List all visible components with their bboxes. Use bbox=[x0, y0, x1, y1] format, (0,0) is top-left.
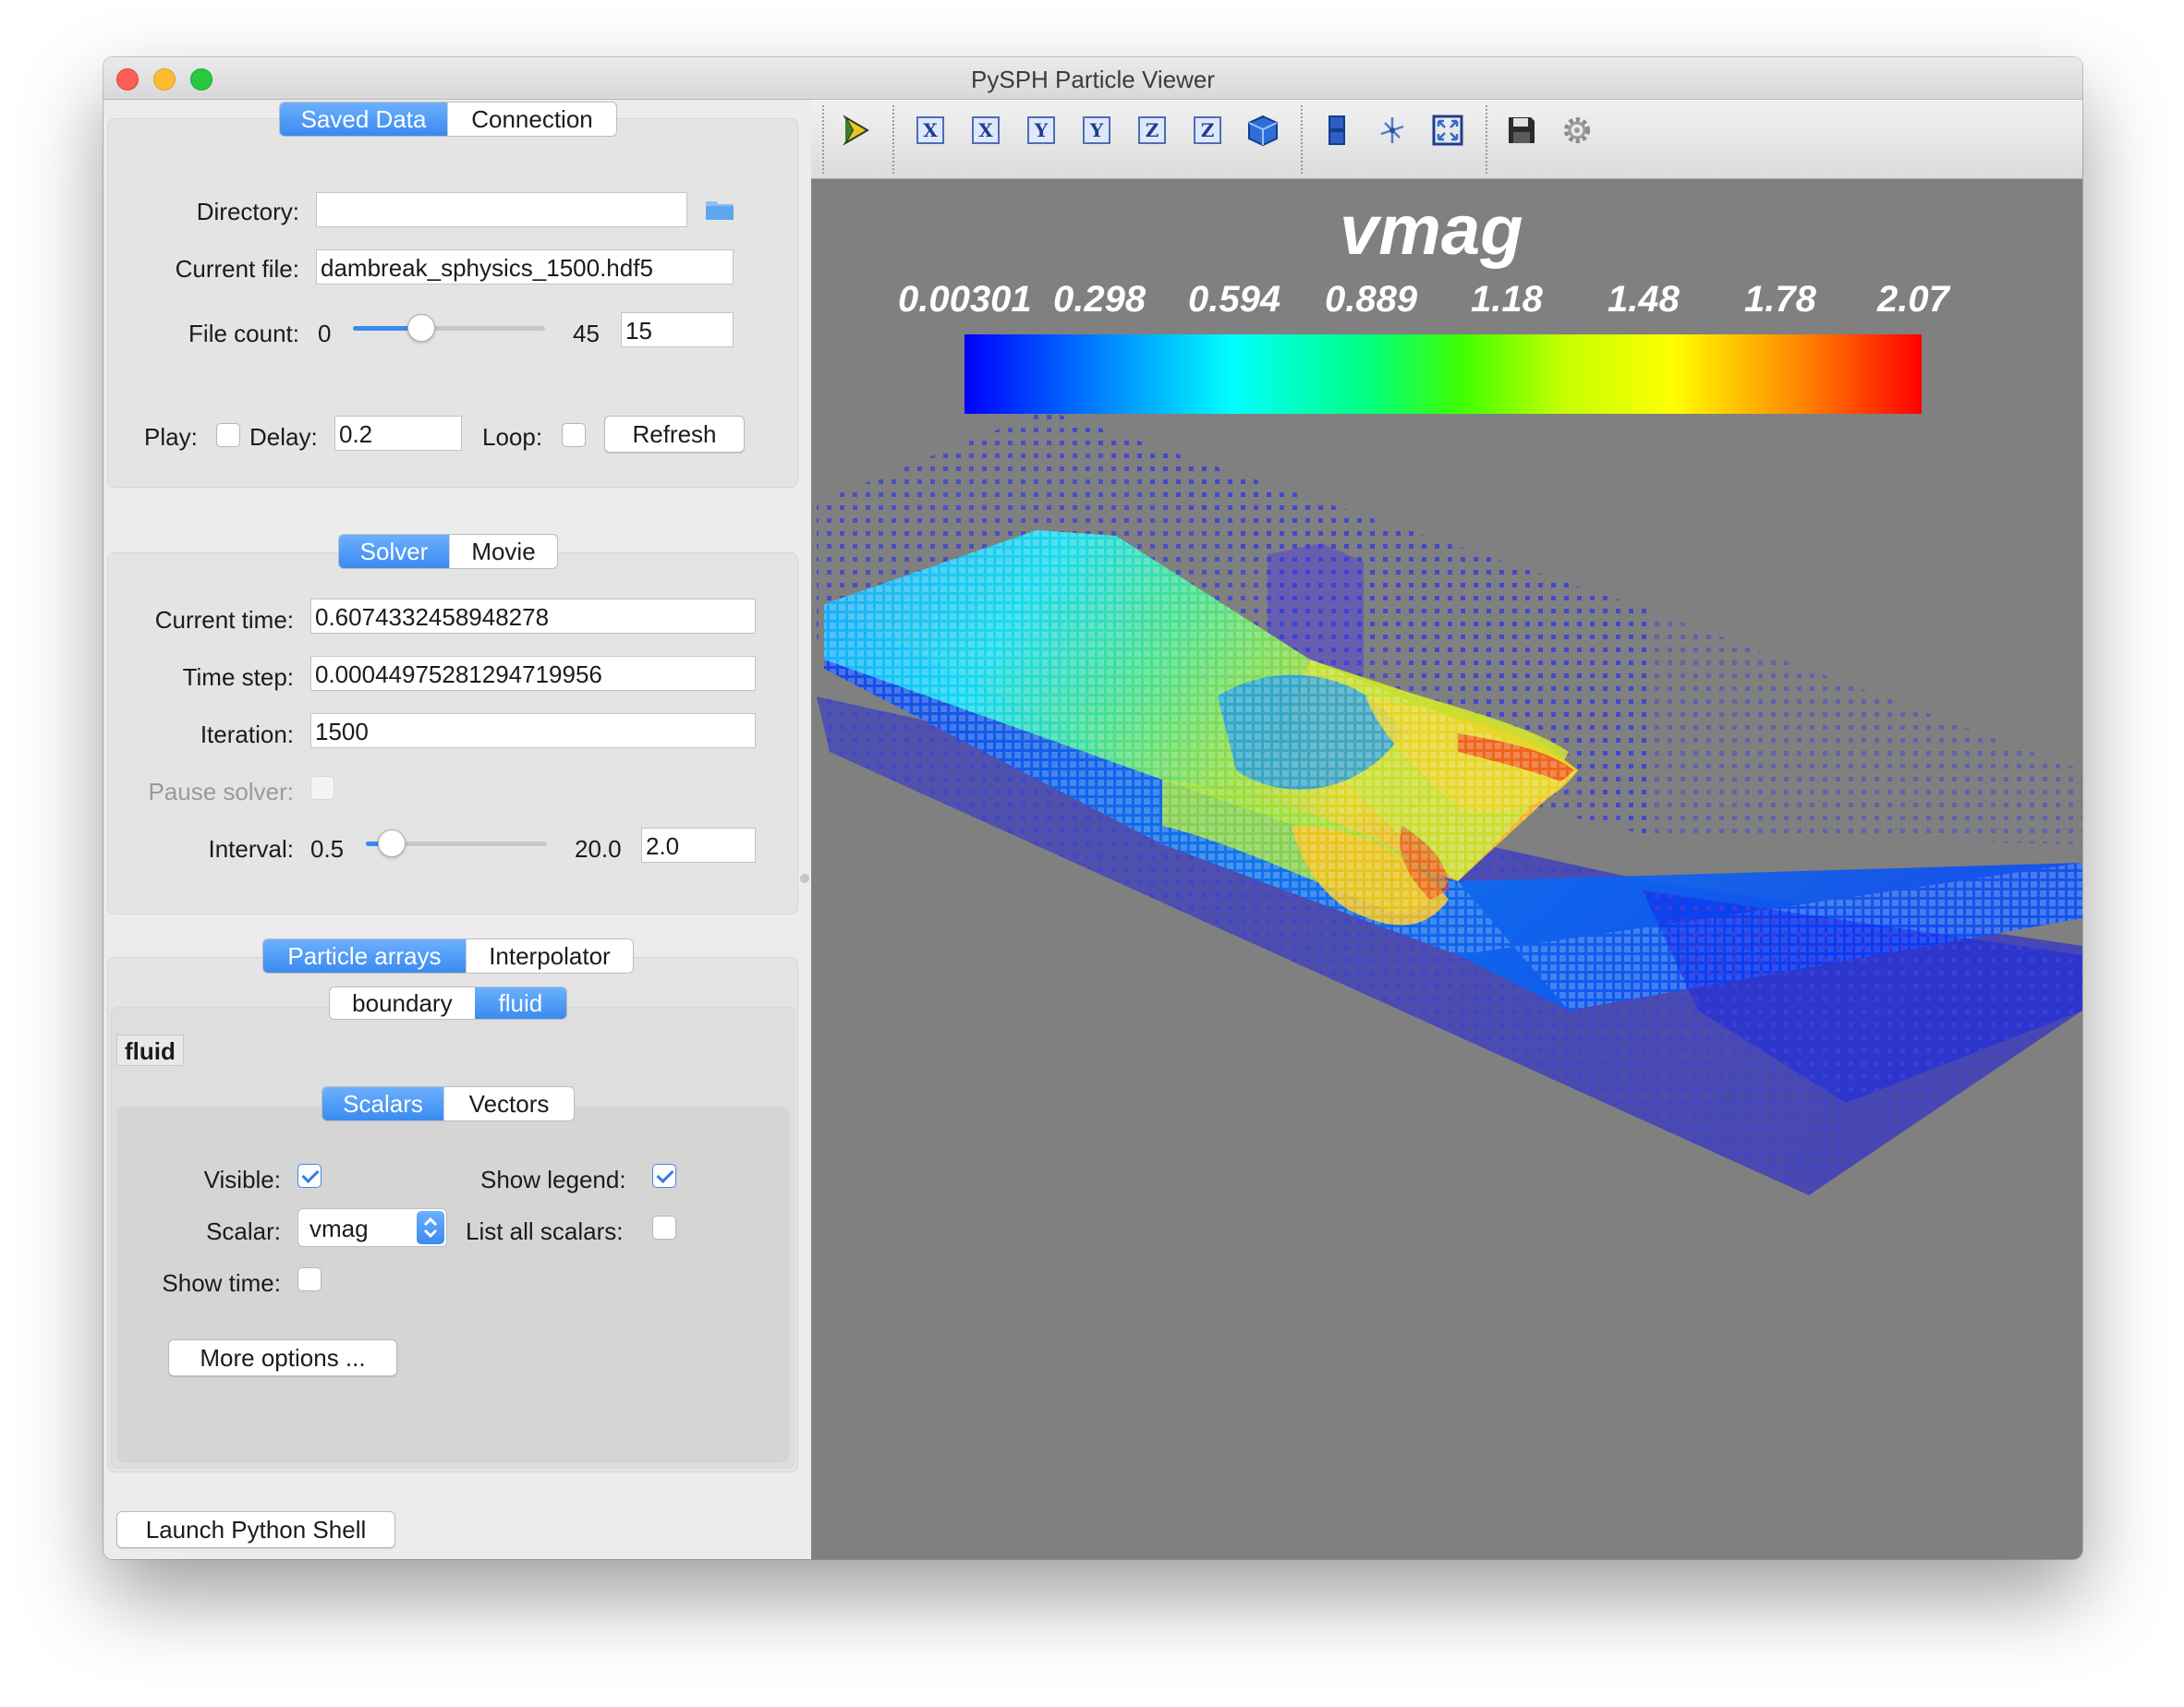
toolbar-separator bbox=[1301, 105, 1303, 174]
pause-solver-checkbox[interactable] bbox=[310, 776, 334, 800]
time-step-input[interactable]: 0.00044975281294719956 bbox=[310, 656, 756, 691]
control-panel: Saved Data Connection Directory: Current… bbox=[103, 100, 811, 1559]
list-all-scalars-label: List all scalars: bbox=[466, 1217, 624, 1245]
interval-min: 0.5 bbox=[310, 835, 345, 863]
tab-boundary[interactable]: boundary bbox=[330, 987, 475, 1019]
directory-label: Directory: bbox=[196, 198, 299, 225]
delay-label: Delay: bbox=[249, 423, 318, 451]
file-count-max: 45 bbox=[573, 320, 600, 347]
select-icon[interactable] bbox=[839, 113, 874, 148]
view-minus-x-icon[interactable]: X bbox=[972, 116, 1000, 144]
tab-solver[interactable]: Solver bbox=[339, 535, 449, 568]
view-plus-y-icon[interactable]: Y bbox=[1027, 116, 1055, 144]
parallel-projection-icon[interactable] bbox=[1319, 113, 1354, 148]
render-scene[interactable]: vmag 0.00301 0.298 0.594 0.889 1.18 1.48… bbox=[811, 179, 2082, 1559]
solver-tabs: Solver Movie bbox=[338, 534, 558, 569]
visible-label: Visible: bbox=[203, 1166, 281, 1193]
interval-slider[interactable] bbox=[366, 829, 547, 857]
pause-solver-label: Pause solver: bbox=[148, 778, 294, 805]
interval-slider-handle[interactable] bbox=[378, 829, 406, 857]
loop-checkbox[interactable] bbox=[562, 423, 586, 447]
title-bar: PySPH Particle Viewer bbox=[103, 57, 2082, 100]
settings-icon[interactable] bbox=[1559, 113, 1595, 148]
tab-scalars[interactable]: Scalars bbox=[322, 1087, 444, 1120]
file-count-label: File count: bbox=[188, 320, 299, 347]
show-time-checkbox[interactable] bbox=[297, 1267, 322, 1291]
splitter-handle[interactable] bbox=[800, 874, 809, 883]
view-minus-z-icon[interactable]: Z bbox=[1194, 116, 1221, 144]
file-count-slider-handle[interactable] bbox=[407, 314, 435, 342]
show-legend-label: Show legend: bbox=[480, 1166, 626, 1193]
play-checkbox[interactable] bbox=[216, 423, 240, 447]
view-plus-z-icon[interactable]: Z bbox=[1138, 116, 1166, 144]
select-arrows-icon bbox=[417, 1211, 444, 1244]
tab-movie[interactable]: Movie bbox=[448, 535, 557, 568]
app-window: PySPH Particle Viewer Saved Data Connect… bbox=[103, 57, 2082, 1559]
iteration-input[interactable]: 1500 bbox=[310, 713, 756, 748]
tab-fluid[interactable]: fluid bbox=[474, 987, 566, 1019]
delay-input[interactable]: 0.2 bbox=[334, 416, 462, 451]
show-legend-checkbox[interactable] bbox=[652, 1164, 676, 1188]
array-subtabs: boundary fluid bbox=[329, 987, 567, 1020]
data-source-tabs: Saved Data Connection bbox=[279, 102, 617, 137]
launch-python-shell-button[interactable]: Launch Python Shell bbox=[116, 1511, 395, 1548]
current-time-input[interactable]: 0.6074332458948278 bbox=[310, 599, 756, 634]
folder-icon[interactable] bbox=[704, 198, 735, 222]
tab-connection[interactable]: Connection bbox=[447, 103, 616, 136]
time-step-label: Time step: bbox=[182, 663, 294, 691]
scalar-label: Scalar: bbox=[206, 1217, 281, 1245]
scalar-select-value: vmag bbox=[309, 1215, 369, 1242]
interval-input[interactable]: 2.0 bbox=[641, 828, 756, 863]
view-plus-x-icon[interactable]: X bbox=[916, 116, 944, 144]
scalar-tabs: Scalars Vectors bbox=[322, 1086, 575, 1121]
show-time-label: Show time: bbox=[162, 1269, 281, 1297]
particle-render bbox=[817, 410, 2082, 1195]
toolbar-grip[interactable] bbox=[822, 105, 824, 174]
visible-checkbox[interactable] bbox=[297, 1164, 322, 1188]
isometric-view-icon[interactable] bbox=[1245, 113, 1280, 148]
window-title: PySPH Particle Viewer bbox=[971, 66, 1215, 93]
view-minus-y-icon[interactable]: Y bbox=[1083, 116, 1110, 144]
file-count-slider[interactable] bbox=[353, 314, 545, 342]
play-label: Play: bbox=[144, 423, 198, 451]
scene-viewer: X X Y Y Z Z vmag 0.00301 0.298 0.594 0.8… bbox=[811, 100, 2082, 1559]
axes-toggle-icon[interactable] bbox=[1375, 113, 1410, 148]
iteration-label: Iteration: bbox=[200, 720, 294, 748]
tab-vectors[interactable]: Vectors bbox=[443, 1087, 574, 1120]
scene-toolbar: X X Y Y Z Z bbox=[811, 100, 2082, 179]
interval-label: Interval: bbox=[208, 835, 295, 863]
more-options-button[interactable]: More options ... bbox=[168, 1339, 397, 1376]
file-count-min: 0 bbox=[318, 320, 332, 347]
toolbar-separator bbox=[892, 105, 894, 174]
current-file-label: Current file: bbox=[175, 255, 299, 283]
refresh-button[interactable]: Refresh bbox=[604, 416, 745, 453]
fullscreen-icon[interactable] bbox=[1430, 113, 1465, 148]
save-icon[interactable] bbox=[1504, 113, 1539, 148]
tab-particle-arrays[interactable]: Particle arrays bbox=[263, 939, 466, 973]
directory-input[interactable] bbox=[316, 192, 687, 227]
interval-max: 20.0 bbox=[575, 835, 622, 863]
array-name-label: fluid bbox=[116, 1035, 184, 1066]
list-all-scalars-checkbox[interactable] bbox=[652, 1216, 676, 1240]
current-time-label: Current time: bbox=[154, 606, 294, 634]
tab-interpolator[interactable]: Interpolator bbox=[465, 939, 633, 973]
scalar-select[interactable]: vmag bbox=[297, 1208, 447, 1247]
array-tabs: Particle arrays Interpolator bbox=[262, 938, 634, 974]
file-count-input[interactable]: 15 bbox=[621, 312, 734, 347]
toolbar-separator bbox=[1486, 105, 1487, 174]
tab-saved-data[interactable]: Saved Data bbox=[280, 103, 447, 136]
current-file-input[interactable]: dambreak_sphysics_1500.hdf5 bbox=[316, 249, 734, 284]
loop-label: Loop: bbox=[482, 423, 543, 451]
